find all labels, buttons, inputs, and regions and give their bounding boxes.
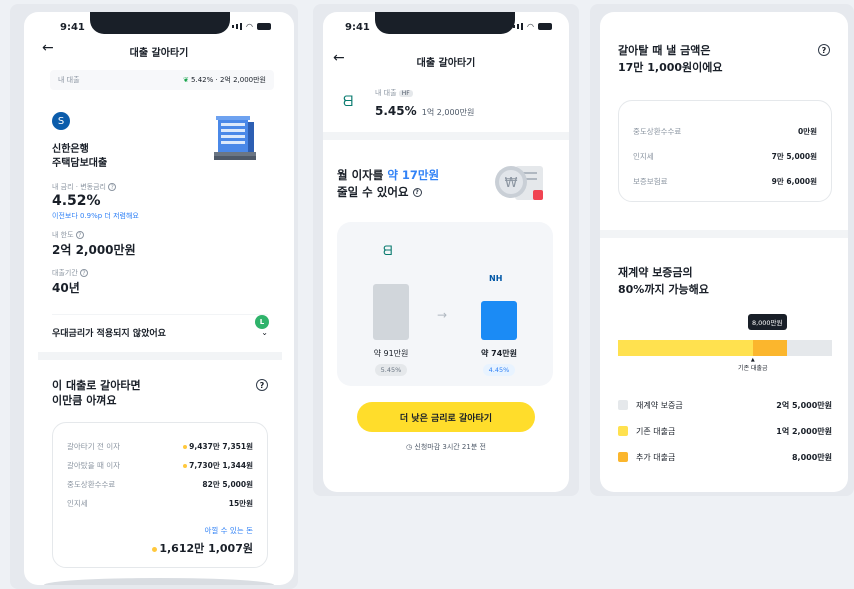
legend-item: 기존 대출금 1억 2,000만원: [618, 418, 832, 444]
rate-label: 내 금리 · 변동금리 ?: [52, 182, 117, 192]
right-rate: 4.45%: [483, 364, 515, 376]
screen-monthly-interest: 9:41 ◠ ← 대출 갈아타기 ᗺ 내 대출 HF 5.45% 1억 2,00…: [323, 12, 569, 492]
deposit-title: 재계약 보증금의 80%까지 가능해요: [618, 266, 709, 296]
hf-logo-icon: ᗺ: [343, 94, 354, 110]
savings-row: 인지세 15만원: [67, 499, 253, 508]
savings-row: 중도상환수수료 82만 5,000원: [67, 480, 253, 489]
phone-notch: [90, 12, 230, 34]
existing-loan-segment: [618, 340, 753, 356]
my-loan-label: 내 대출 HF: [375, 88, 413, 98]
my-loan-value: 5.45% 1억 2,000만원: [375, 104, 475, 118]
section-divider: [38, 352, 282, 360]
bottom-shadow: [44, 578, 274, 585]
additional-loan-segment: [752, 340, 788, 356]
rate-note: 이전보다 0.9%p 더 저렴해요: [52, 212, 139, 220]
bank-name: 신한은행: [52, 144, 89, 155]
preferential-rate-row[interactable]: 우대금리가 적용되지 않았어요 ⌄: [52, 326, 268, 339]
help-icon[interactable]: ?: [75, 231, 84, 239]
savings-row: 갈아탔을 때 이자 7,730만 1,344원: [67, 461, 253, 470]
rate-value: 4.52%: [52, 193, 101, 209]
battery-icon: [256, 23, 271, 30]
hf-logo-icon: ᗺ: [383, 244, 393, 259]
status-time: 9:41: [60, 22, 85, 33]
savings-row: 갈아타기 전 이자 9,437만 7,351원: [67, 442, 253, 451]
deposit-legend: 재계약 보증금 2억 5,000만원 기존 대출금 1억 2,000만원 추가 …: [618, 392, 832, 470]
my-loan-value: ❦ 5.42% · 2억 2,000만원: [182, 76, 266, 84]
right-amount: 약 74만원: [481, 349, 517, 358]
savable-value: 1,612만 1,007원: [67, 540, 253, 556]
leaf-icon: ❦: [182, 76, 189, 84]
coin-document-icon: ₩: [493, 160, 547, 204]
separator: [52, 314, 268, 315]
help-icon[interactable]: ?: [256, 379, 268, 391]
shinhan-logo-icon: S: [52, 112, 70, 130]
deposit-bar: 8,000만원 ▲ 기존 대출금: [618, 314, 832, 372]
fee-row: 중도상환수수료 0만원: [633, 127, 817, 136]
product-name: 주택담보대출: [52, 158, 108, 169]
screen-deposit: 갈아탈 때 낼 금액은 17만 1,000원이에요 ? 중도상환수수료 0만원 …: [600, 12, 848, 492]
right-interest-bar: [481, 301, 517, 340]
help-icon[interactable]: ?: [412, 188, 422, 197]
fee-row: 인지세 7만 5,000원: [633, 152, 817, 161]
my-loan-label: 내 대출: [58, 76, 80, 84]
comparison-panel: ᗺ NH → 약 91만원 5.45% 약 74만원 4.45%: [337, 222, 553, 386]
savings-card: 갈아타기 전 이자 9,437만 7,351원 갈아탔을 때 이자 7,730만…: [52, 422, 268, 568]
bar-area: [373, 284, 409, 340]
interest-headline: 월 이자를 약 17만원 줄일 수 있어요 ?: [337, 168, 440, 199]
fee-card: 중도상환수수료 0만원 인지세 7만 5,000원 보증보험료 9만 6,000…: [618, 100, 832, 202]
help-icon[interactable]: ?: [818, 44, 830, 56]
status-icons: ◠: [513, 22, 552, 31]
additional-amount-tooltip: 8,000만원: [747, 314, 787, 330]
nav-title: 대출 갈아타기: [129, 48, 189, 59]
help-icon[interactable]: ?: [80, 269, 88, 277]
nh-logo-icon: NH: [489, 274, 503, 283]
limit-value: 2억 2,000만원: [52, 243, 136, 257]
term-value: 40년: [52, 281, 80, 295]
arrow-right-icon: →: [437, 308, 448, 322]
help-icon[interactable]: ?: [108, 183, 117, 191]
limit-label: 내 한도 ?: [52, 230, 84, 240]
building-icon: [210, 114, 258, 162]
wifi-icon: ◠: [527, 22, 534, 31]
section-divider: [323, 132, 569, 140]
payment-title: 갈아탈 때 낼 금액은 17만 1,000원이에요: [618, 44, 723, 74]
wifi-icon: ◠: [246, 22, 253, 31]
status-icons: ◠: [232, 22, 271, 31]
nav-title: 대출 갈아타기: [416, 58, 476, 69]
status-time: 9:41: [345, 22, 370, 33]
left-amount: 약 91만원: [373, 349, 409, 358]
svg-text:₩: ₩: [505, 176, 518, 191]
deadline-text: ◷ 신청마감 3시간 21분 전: [406, 443, 486, 451]
my-loan-summary: 내 대출 ❦ 5.42% · 2억 2,000만원: [50, 70, 274, 90]
left-rate: 5.45%: [375, 364, 407, 376]
hf-tag: HF: [398, 90, 413, 97]
term-label: 대출기간 ?: [52, 268, 88, 278]
legend-item: 추가 대출금 8,000만원: [618, 444, 832, 470]
battery-icon: [537, 23, 552, 30]
fee-row: 보증보험료 9만 6,000원: [633, 177, 817, 186]
savable-label: 아낄 수 있는 돈: [204, 526, 253, 535]
bar-area: [481, 284, 517, 340]
screen-loan-switch-savings: 9:41 ◠ ← 대출 갈아타기 내 대출 ❦ 5.42% · 2억 2,000…: [24, 12, 294, 585]
section-divider: [600, 230, 848, 238]
existing-loan-marker: ▲ 기존 대출금: [723, 357, 783, 372]
left-interest-bar: [373, 284, 409, 340]
chevron-down-icon: ⌄: [261, 328, 268, 337]
switch-lower-rate-button[interactable]: 더 낮은 금리로 갈아타기: [357, 402, 535, 432]
savings-title: 이 대출로 갈아타면 이만큼 아껴요: [52, 379, 141, 407]
phone-notch: [375, 12, 515, 34]
legend-item: 재계약 보증금 2억 5,000만원: [618, 392, 832, 418]
preferential-text: 우대금리가 적용되지 않았어요: [52, 329, 166, 339]
clock-icon: ◷: [406, 443, 413, 451]
